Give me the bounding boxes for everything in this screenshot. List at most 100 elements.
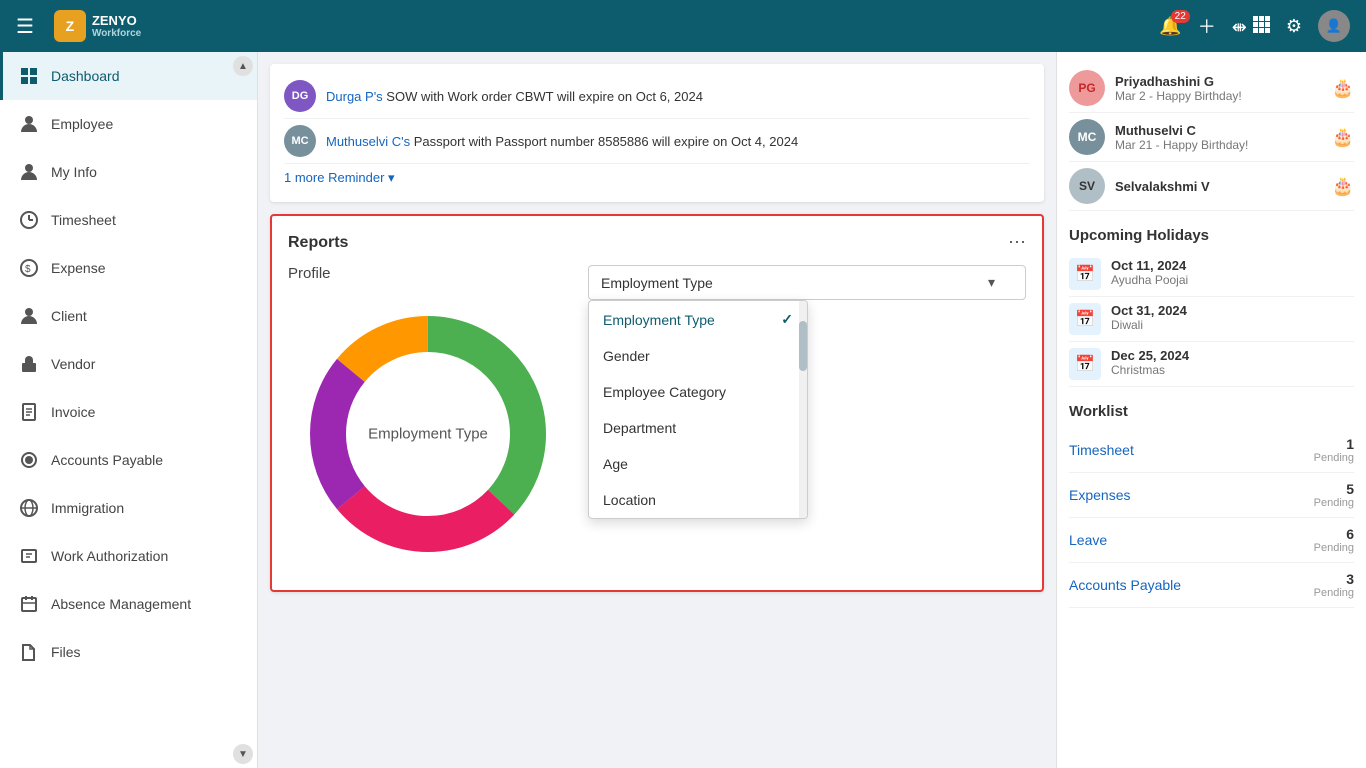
sidebar-label-dashboard: Dashboard xyxy=(51,68,120,84)
sidebar-item-accounts-payable[interactable]: Accounts Payable xyxy=(0,436,257,484)
files-icon xyxy=(19,642,39,662)
holiday-item-1: 📅 Oct 11, 2024 Ayudha Poojai xyxy=(1069,252,1354,297)
sidebar-scroll-up[interactable]: ▲ xyxy=(233,56,253,76)
right-panel: PG Priyadhashini G Mar 2 - Happy Birthda… xyxy=(1056,52,1366,768)
worklist-pending-timesheet: Pending xyxy=(1314,452,1354,464)
sidebar-item-files[interactable]: Files xyxy=(0,628,257,676)
worklist-count-timesheet: 1 xyxy=(1346,436,1354,452)
sidebar-label-myinfo: My Info xyxy=(51,164,97,180)
sidebar-label-absence: Absence Management xyxy=(51,596,191,612)
holiday-calendar-icon-3: 📅 xyxy=(1069,348,1101,380)
immigration-icon xyxy=(19,498,39,518)
sidebar-item-dashboard[interactable]: Dashboard xyxy=(0,52,257,100)
dropdown-item-label: Employment Type xyxy=(603,312,715,328)
worklist-right-expenses: 5 Pending xyxy=(1314,481,1354,509)
birthday-date-mc: Mar 21 - Happy Birthday! xyxy=(1115,138,1322,152)
birthday-avatar-mc: MC xyxy=(1069,119,1105,155)
worklist-expenses: Expenses 5 Pending xyxy=(1069,473,1354,518)
reminder-text-1: Durga P's SOW with Work order CBWT will … xyxy=(326,89,703,104)
dropdown-item-label-location: Location xyxy=(603,492,656,508)
dropdown-button[interactable]: Employment Type ▾ xyxy=(588,265,1026,300)
sidebar-item-employee[interactable]: Employee xyxy=(0,100,257,148)
holiday-info-3: Dec 25, 2024 Christmas xyxy=(1111,348,1354,377)
sidebar-item-expense[interactable]: $ Expense xyxy=(0,244,257,292)
sidebar-item-work-auth[interactable]: Work Authorization xyxy=(0,532,257,580)
reports-more-button[interactable]: ⋯ xyxy=(1008,232,1026,253)
worklist-label-accounts-payable[interactable]: Accounts Payable xyxy=(1069,577,1181,593)
employee-icon xyxy=(19,114,39,134)
sidebar-label-invoice: Invoice xyxy=(51,404,95,420)
sidebar-scroll-down[interactable]: ▼ xyxy=(233,744,253,764)
holidays-title: Upcoming Holidays xyxy=(1069,227,1354,244)
sidebar-item-client[interactable]: Client xyxy=(0,292,257,340)
sidebar-label-work-auth: Work Authorization xyxy=(51,548,168,564)
sidebar-label-vendor: Vendor xyxy=(51,356,95,372)
dropdown-item-employment-type[interactable]: Employment Type ✓ xyxy=(589,301,807,338)
timesheet-icon xyxy=(19,210,39,230)
holiday-calendar-icon-1: 📅 xyxy=(1069,258,1101,290)
worklist-label-leave[interactable]: Leave xyxy=(1069,532,1107,548)
sidebar-label-employee: Employee xyxy=(51,116,113,132)
sidebar-item-invoice[interactable]: Invoice xyxy=(0,388,257,436)
dropdown-item-label-dept: Department xyxy=(603,420,676,436)
birthday-info-sv: Selvalakshmi V xyxy=(1115,179,1322,194)
reminder-text-2: Muthuselvi C's Passport with Passport nu… xyxy=(326,134,798,149)
client-icon xyxy=(19,306,39,326)
worklist-label-timesheet[interactable]: Timesheet xyxy=(1069,442,1134,458)
sidebar-item-absence[interactable]: Absence Management xyxy=(0,580,257,628)
dropdown-menu-scroll[interactable]: Employment Type ✓ Gender Employee Catego… xyxy=(589,301,807,518)
birthday-avatar-sv: SV xyxy=(1069,168,1105,204)
dropdown-item-label-category: Employee Category xyxy=(603,384,726,400)
donut-label: Employment Type xyxy=(368,426,488,443)
worklist-accounts-payable: Accounts Payable 3 Pending xyxy=(1069,563,1354,608)
sidebar-item-vendor[interactable]: Vendor xyxy=(0,340,257,388)
holiday-calendar-icon-2: 📅 xyxy=(1069,303,1101,335)
sidebar-label-accounts-payable: Accounts Payable xyxy=(51,452,163,468)
holiday-name-1: Ayudha Poojai xyxy=(1111,273,1354,287)
dropdown-item-age[interactable]: Age xyxy=(589,446,807,482)
holiday-date-2: Oct 31, 2024 xyxy=(1111,303,1354,318)
settings-gear-icon[interactable]: ⚙ xyxy=(1286,16,1302,37)
app-logo: Z ZENYO Workforce xyxy=(54,10,141,42)
more-reminder-link[interactable]: 1 more Reminder ▾ xyxy=(284,164,395,192)
apps-grid-icon[interactable]: ⇼ xyxy=(1232,15,1270,38)
app-name: ZENYO Workforce xyxy=(92,13,141,39)
dropdown-item-label-gender: Gender xyxy=(603,348,650,364)
sidebar-item-myinfo[interactable]: My Info xyxy=(0,148,257,196)
birthday-item-mc: MC Muthuselvi C Mar 21 - Happy Birthday!… xyxy=(1069,113,1354,162)
birthday-cake-icon-sv: 🎂 xyxy=(1332,176,1354,197)
dropdown-selected-label: Employment Type xyxy=(601,275,713,291)
dropdown-item-department[interactable]: Department xyxy=(589,410,807,446)
sidebar-label-files: Files xyxy=(51,644,81,660)
profile-label: Profile xyxy=(288,265,331,282)
worklist-pending-expenses: Pending xyxy=(1314,497,1354,509)
holiday-name-3: Christmas xyxy=(1111,363,1354,377)
sidebar-label-expense: Expense xyxy=(51,260,105,276)
chevron-down-icon: ▾ xyxy=(988,274,995,291)
hamburger-menu[interactable]: ☰ xyxy=(16,14,34,39)
birthday-cake-icon: 🎂 xyxy=(1332,78,1354,99)
user-avatar[interactable]: 👤 xyxy=(1318,10,1350,42)
sidebar-item-timesheet[interactable]: Timesheet xyxy=(0,196,257,244)
reports-body: Profile xyxy=(288,265,1026,574)
holidays-section: Upcoming Holidays 📅 Oct 11, 2024 Ayudha … xyxy=(1069,227,1354,387)
reminder-avatar-mc: MC xyxy=(284,125,316,157)
sidebar-label-client: Client xyxy=(51,308,87,324)
birthday-info-pg: Priyadhashini G Mar 2 - Happy Birthday! xyxy=(1115,74,1322,103)
holiday-item-2: 📅 Oct 31, 2024 Diwali xyxy=(1069,297,1354,342)
worklist-count-expenses: 5 xyxy=(1346,481,1354,497)
birthday-info-mc: Muthuselvi C Mar 21 - Happy Birthday! xyxy=(1115,123,1322,152)
worklist-label-expenses[interactable]: Expenses xyxy=(1069,487,1130,503)
reports-section: Reports ⋯ Profile xyxy=(270,214,1044,592)
dashboard-icon xyxy=(19,66,39,86)
notification-bell[interactable]: 🔔 22 xyxy=(1159,16,1181,37)
add-button[interactable]: ＋ xyxy=(1198,13,1216,39)
dropdown-item-employee-category[interactable]: Employee Category xyxy=(589,374,807,410)
dropdown-item-location[interactable]: Location xyxy=(589,482,807,518)
sidebar-item-immigration[interactable]: Immigration xyxy=(0,484,257,532)
worklist-count-leave: 6 xyxy=(1346,526,1354,542)
absence-icon xyxy=(19,594,39,614)
accounts-payable-icon xyxy=(19,450,39,470)
main-layout: ▲ Dashboard Employee My Info Timesheet xyxy=(0,52,1366,768)
dropdown-item-gender[interactable]: Gender xyxy=(589,338,807,374)
